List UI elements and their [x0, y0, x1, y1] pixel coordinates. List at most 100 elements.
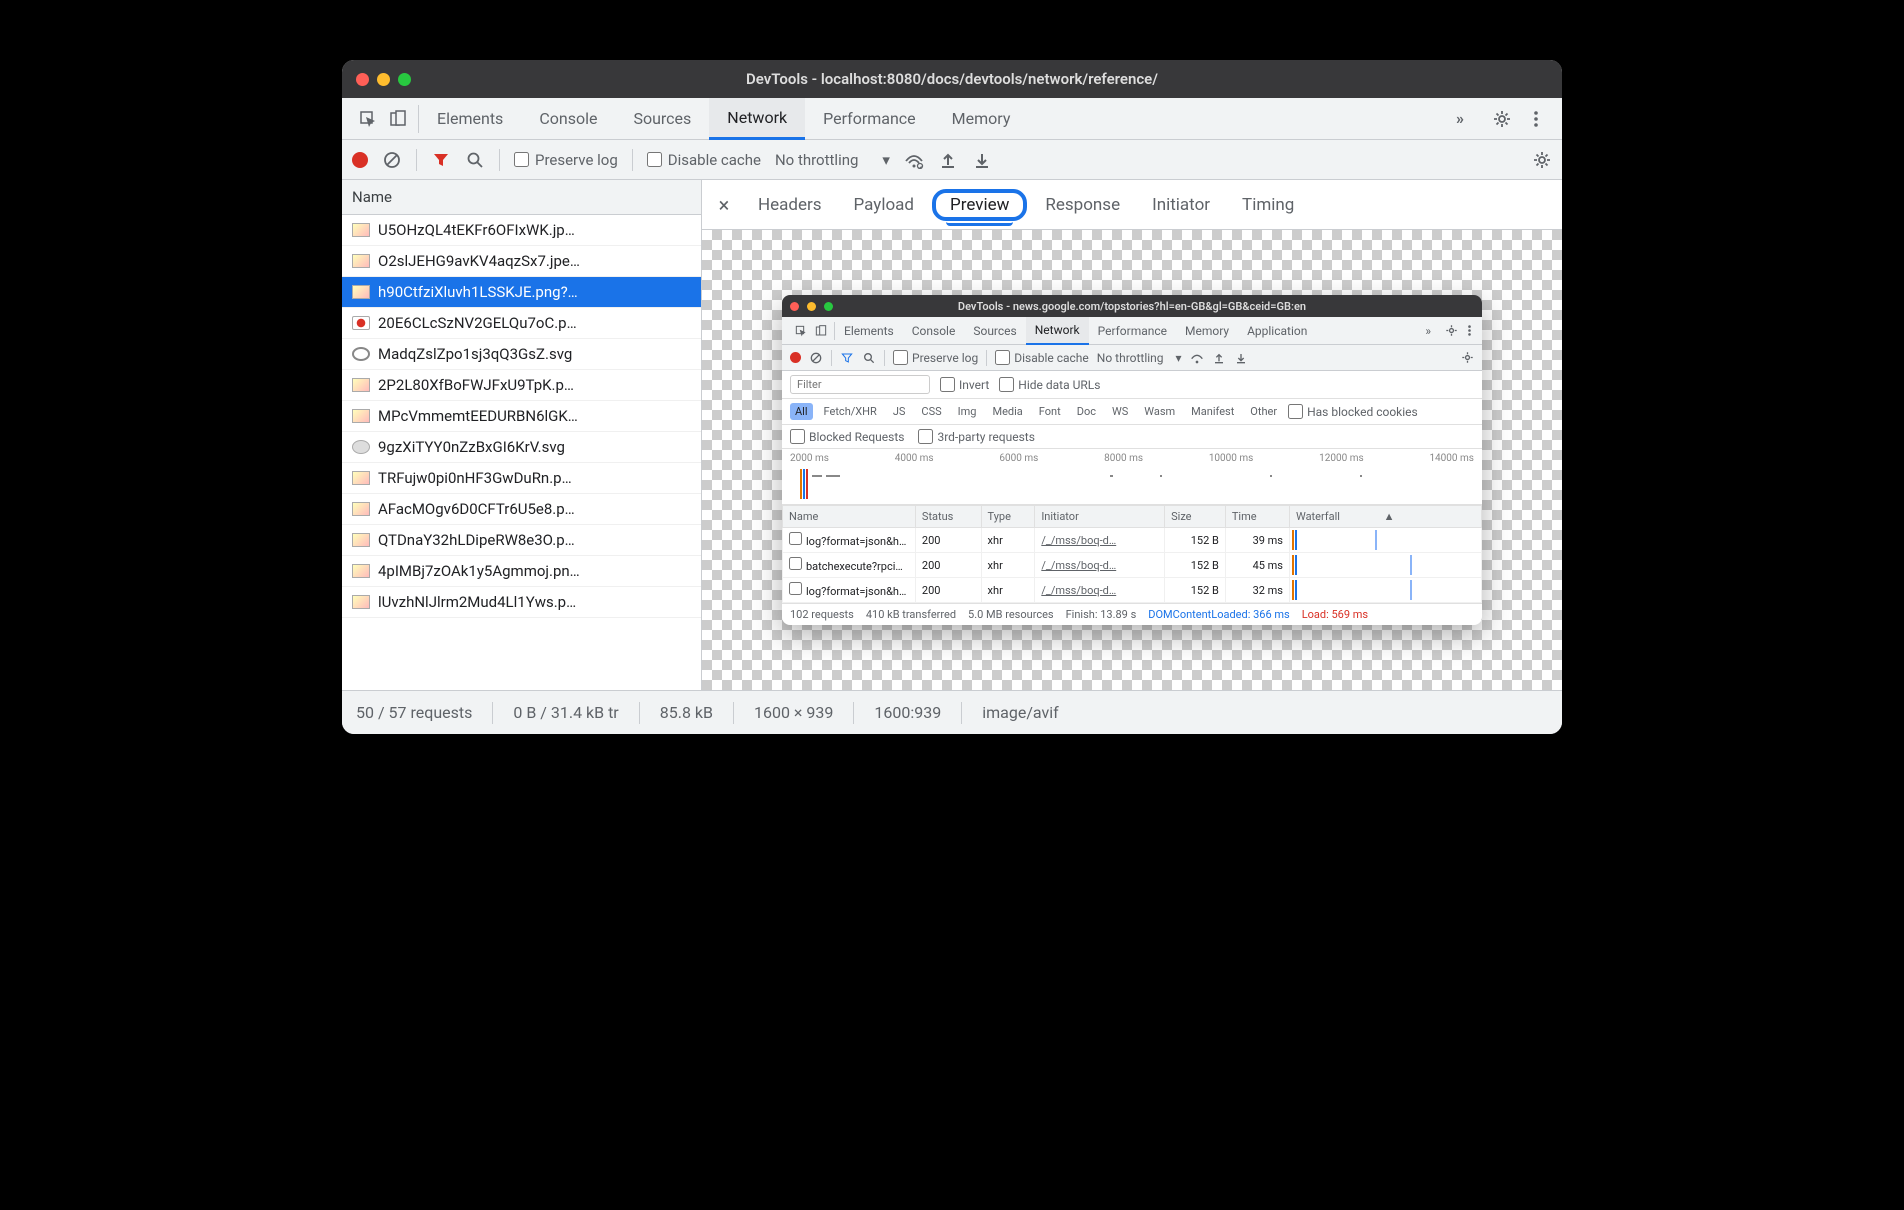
- panel-settings-icon[interactable]: [1532, 150, 1552, 170]
- file-name: h90CtfziXluvh1LSSKJE.png?…: [378, 283, 578, 301]
- more-tabs-button[interactable]: »: [1438, 98, 1482, 140]
- preserve-log-checkbox: Preserve log: [893, 350, 978, 365]
- request-row[interactable]: AFacMOgv6D0CFTr6U5e8.p…: [342, 494, 701, 525]
- tab-headers[interactable]: Headers: [744, 189, 836, 221]
- file-name: 20E6CLcSzNV2GELQu7oC.p…: [378, 314, 577, 332]
- panel-tab-network: Network: [1026, 317, 1089, 345]
- upload-icon: [1212, 351, 1226, 365]
- load-time: Load: 569 ms: [1302, 608, 1368, 621]
- stat-ratio: 1600:939: [874, 703, 941, 722]
- requests-count: 102 requests: [790, 608, 854, 621]
- request-row[interactable]: 9gzXiTYY0nZzBxGI6KrV.svg: [342, 432, 701, 463]
- panel-tab-network[interactable]: Network: [709, 98, 805, 140]
- timeline-tick: 4000 ms: [895, 453, 934, 464]
- request-row[interactable]: 2P2L80XfBoFWJFxU9TpK.p…: [342, 370, 701, 401]
- tab-timing[interactable]: Timing: [1228, 189, 1308, 221]
- finish-time: Finish: 13.89 s: [1066, 608, 1137, 621]
- search-icon[interactable]: [465, 150, 485, 170]
- file-type-icon: [352, 378, 370, 392]
- disable-cache-checkbox[interactable]: Disable cache: [647, 151, 761, 169]
- preserve-log-checkbox[interactable]: Preserve log: [514, 151, 618, 169]
- request-row[interactable]: TRFujw0pi0nHF3GwDuRn.p…: [342, 463, 701, 494]
- throttling-dropdown: No throttling▾: [1097, 351, 1182, 365]
- more-menu-icon[interactable]: [1526, 109, 1546, 129]
- download-icon[interactable]: [972, 150, 992, 170]
- panel-tab-elements[interactable]: Elements: [419, 98, 521, 140]
- tab-preview-highlight: Preview: [932, 189, 1027, 221]
- invert-checkbox: Invert: [940, 377, 989, 392]
- resources: 5.0 MB resources: [968, 608, 1054, 621]
- request-row[interactable]: U5OHzQL4tEKFr6OFIxWK.jp…: [342, 215, 701, 246]
- table-row: batchexecute?rpcids=xZTw…200xhr/_/mss/bo…: [783, 553, 1482, 578]
- filter-icon: [840, 351, 854, 365]
- file-name: 9gzXiTYY0nZzBxGI6KrV.svg: [378, 438, 565, 456]
- requests-table: NameStatusTypeInitiatorSizeTimeWaterfall…: [782, 505, 1482, 603]
- panel-tab-console[interactable]: Console: [521, 98, 615, 140]
- inspect-icon[interactable]: [358, 109, 378, 129]
- request-row[interactable]: QTDnaY32hLDipeRW8e3O.p…: [342, 525, 701, 556]
- file-type-icon: [352, 223, 370, 237]
- inspect-icon: [794, 324, 808, 338]
- window-title: DevTools - localhost:8080/docs/devtools/…: [342, 70, 1562, 88]
- tab-initiator[interactable]: Initiator: [1138, 189, 1224, 221]
- request-row[interactable]: MadqZslZpo1sj3qQ3GsZ.svg: [342, 339, 701, 370]
- file-name: U5OHzQL4tEKFr6OFIxWK.jp…: [378, 221, 575, 239]
- close-icon: [790, 302, 799, 311]
- preview-area: DevTools - news.google.com/topstories?hl…: [702, 230, 1562, 690]
- clear-icon[interactable]: [382, 150, 402, 170]
- panel-tab-performance: Performance: [1089, 317, 1176, 345]
- device-toggle-icon[interactable]: [388, 109, 408, 129]
- panel-settings-icon: [1460, 351, 1474, 365]
- third-party-checkbox: 3rd-party requests: [918, 429, 1034, 444]
- tab-payload[interactable]: Payload: [840, 189, 928, 221]
- throttling-dropdown[interactable]: No throttling▾: [775, 151, 890, 169]
- request-row[interactable]: MPcVmmemtEEDURBN6lGK…: [342, 401, 701, 432]
- file-name: MPcVmmemtEEDURBN6lGK…: [378, 407, 578, 425]
- panel-tabbar: ElementsConsoleSourcesNetworkPerformance…: [342, 98, 1562, 140]
- file-name: lUvzhNlJlrm2Mud4Ll1Yws.p…: [378, 593, 576, 611]
- tab-preview[interactable]: Preview: [946, 191, 1013, 226]
- timeline-tick: 14000 ms: [1429, 453, 1474, 464]
- type-filter-all: All: [790, 403, 813, 420]
- titlebar: DevTools - localhost:8080/docs/devtools/…: [342, 60, 1562, 98]
- request-row[interactable]: O2slJEHG9avKV4aqzSx7.jpe…: [342, 246, 701, 277]
- network-conditions-icon[interactable]: [904, 150, 924, 170]
- settings-icon[interactable]: [1492, 109, 1512, 129]
- column-header-status: Status: [915, 506, 981, 528]
- close-detail-button[interactable]: ×: [708, 193, 740, 217]
- type-filter-css: CSS: [916, 403, 946, 420]
- name-column-header[interactable]: Name: [342, 180, 701, 215]
- blocked-requests-checkbox: Blocked Requests: [790, 429, 904, 444]
- type-filter-media: Media: [987, 403, 1027, 420]
- filter-icon[interactable]: [431, 150, 451, 170]
- timeline-tick: 6000 ms: [999, 453, 1038, 464]
- table-row: log?format=json&hasfast=true200xhr/_/mss…: [783, 578, 1482, 603]
- tab-response[interactable]: Response: [1031, 189, 1134, 221]
- file-type-icon: [352, 440, 370, 454]
- type-filter-manifest: Manifest: [1186, 403, 1239, 420]
- minimize-icon[interactable]: [377, 73, 390, 86]
- column-header-time: Time: [1225, 506, 1289, 528]
- column-header-waterfall: Waterfall ▲: [1289, 506, 1481, 528]
- file-name: 4pIMBj7zOAk1y5Agmmoj.pn…: [378, 562, 580, 580]
- request-row[interactable]: h90CtfziXluvh1LSSKJE.png?…: [342, 277, 701, 308]
- disable-cache-checkbox: Disable cache: [995, 350, 1089, 365]
- file-type-icon: [352, 595, 370, 609]
- request-row[interactable]: lUvzhNlJlrm2Mud4Ll1Yws.p…: [342, 587, 701, 618]
- record-button[interactable]: [352, 152, 368, 168]
- traffic-lights: [356, 73, 411, 86]
- close-icon[interactable]: [356, 73, 369, 86]
- type-filter-other: Other: [1245, 403, 1282, 420]
- panel-tab-memory[interactable]: Memory: [934, 98, 1029, 140]
- download-icon: [1234, 351, 1248, 365]
- transferred: 410 kB transferred: [866, 608, 956, 621]
- file-type-icon: [352, 502, 370, 516]
- request-row[interactable]: 20E6CLcSzNV2GELQu7oC.p…: [342, 308, 701, 339]
- panel-tab-performance[interactable]: Performance: [805, 98, 934, 140]
- search-icon: [862, 351, 876, 365]
- upload-icon[interactable]: [938, 150, 958, 170]
- request-row[interactable]: 4pIMBj7zOAk1y5Agmmoj.pn…: [342, 556, 701, 587]
- file-name: MadqZslZpo1sj3qQ3GsZ.svg: [378, 345, 572, 363]
- panel-tab-sources[interactable]: Sources: [615, 98, 709, 140]
- maximize-icon[interactable]: [398, 73, 411, 86]
